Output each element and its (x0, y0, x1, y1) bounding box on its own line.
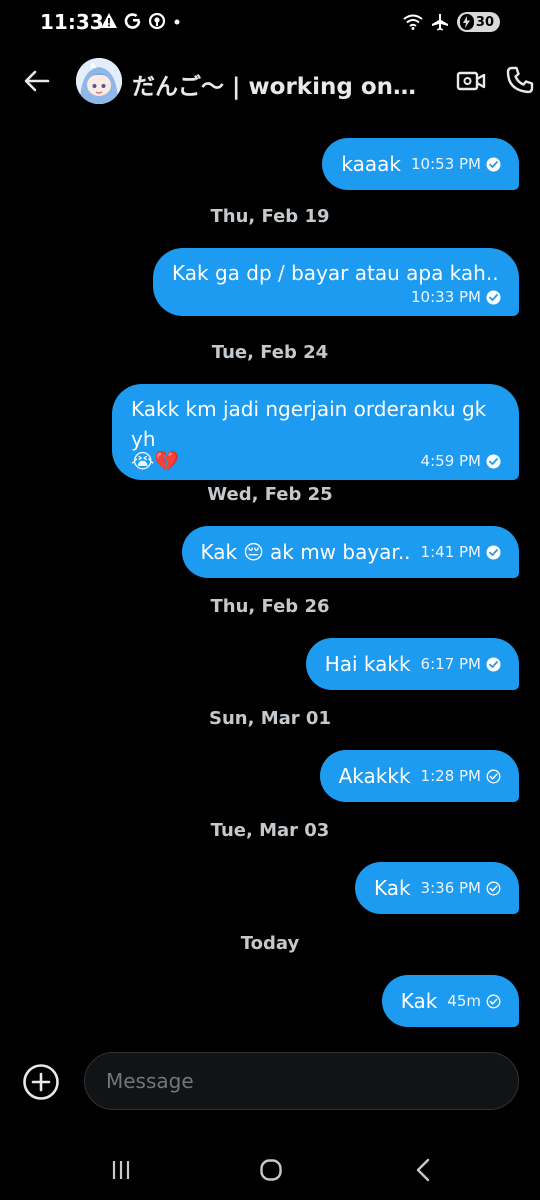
message-text: Kakk km jadi ngerjain orderanku gk yh (131, 397, 487, 451)
chat-title[interactable]: だんご〜 | working on c... (132, 67, 422, 101)
home-button[interactable] (251, 1156, 291, 1184)
battery-icon: 30 (456, 12, 500, 32)
read-receipt-icon (486, 545, 501, 559)
message-emoji: 😔 (243, 540, 264, 564)
message-text: Kak (373, 876, 411, 900)
google-icon (124, 13, 141, 29)
read-receipt-icon (486, 290, 501, 304)
message-text: Kak ga dp / bayar atau apa kah.. (172, 261, 499, 285)
read-receipt-icon (486, 454, 501, 468)
message-bubble[interactable]: kaaak 10:53 PM (322, 138, 519, 190)
status-time: 11:33 (40, 10, 104, 34)
back-icon (416, 1158, 430, 1182)
message-bubble[interactable]: Kakk km jadi ngerjain orderanku gk yh 😭💔… (112, 384, 519, 480)
status-bar: 11:33 30 (0, 0, 540, 48)
home-icon (260, 1159, 282, 1181)
message-text: Akakkk (338, 764, 411, 788)
message-text: Kak (200, 540, 238, 564)
date-separator: Sun, Mar 01 (209, 708, 331, 729)
message-bubble[interactable]: Akakkk 1:28 PM (319, 750, 519, 802)
message-text: ak mw bayar.. (270, 540, 411, 564)
video-call-button[interactable] (456, 66, 486, 96)
video-call-icon (456, 71, 486, 91)
nav-back-button[interactable] (403, 1156, 443, 1184)
add-attachment-button[interactable] (22, 1063, 60, 1101)
message-bubble[interactable]: Kak ga dp / bayar atau apa kah.. 10:33 P… (153, 248, 519, 316)
message-bubble[interactable]: Kak 3:36 PM (354, 862, 519, 914)
sent-receipt-icon (486, 994, 501, 1008)
message-emoji: 😭💔 (131, 449, 180, 473)
airplane-icon (431, 14, 448, 31)
sent-receipt-icon (486, 769, 501, 783)
message-time: 45m (447, 992, 481, 1010)
back-arrow-icon (24, 70, 50, 92)
message-list[interactable]: kaaak 10:53 PM Thu, Feb 19 Kak ga dp / b… (0, 120, 540, 1040)
message-bubble[interactable]: Kak 😔 ak mw bayar.. 1:41 PM (181, 526, 519, 578)
battery-level: 30 (475, 14, 494, 30)
date-separator: Today (240, 933, 300, 954)
avatar[interactable] (76, 58, 122, 104)
phone-icon (506, 66, 534, 94)
message-input[interactable] (85, 1053, 518, 1109)
dot-icon (174, 19, 180, 25)
wifi-icon (403, 14, 423, 30)
recent-apps-button[interactable] (101, 1156, 141, 1184)
date-separator: Tue, Feb 24 (211, 342, 329, 363)
message-time: 10:53 PM (411, 155, 481, 173)
message-time: 1:28 PM (420, 767, 481, 785)
chat-header: だんご〜 | working on c... (0, 52, 540, 112)
sent-receipt-icon (486, 881, 501, 895)
message-text: kaaak (341, 152, 402, 176)
message-composer (0, 1052, 540, 1112)
message-time: 10:33 PM (411, 288, 481, 306)
message-time: 1:41 PM (420, 543, 481, 561)
recent-apps-icon (112, 1161, 130, 1179)
message-bubble[interactable]: Hai kakk 6:17 PM (305, 638, 519, 690)
warning-icon (101, 13, 117, 28)
message-text: Kak (400, 989, 438, 1013)
message-time: 6:17 PM (420, 655, 481, 673)
date-separator: Thu, Feb 26 (210, 596, 330, 617)
message-time: 4:59 PM (420, 452, 481, 470)
message-time: 3:36 PM (420, 879, 481, 897)
date-separator: Tue, Mar 03 (210, 820, 330, 841)
date-separator: Thu, Feb 19 (210, 206, 330, 227)
system-nav-bar (0, 1140, 540, 1200)
add-circle-icon (23, 1064, 59, 1100)
read-receipt-icon (486, 157, 501, 171)
location-icon (148, 12, 166, 30)
message-input-container[interactable] (84, 1052, 519, 1110)
message-text: Hai kakk (324, 652, 411, 676)
date-separator: Wed, Feb 25 (207, 484, 333, 505)
back-button[interactable] (20, 66, 54, 96)
message-bubble[interactable]: Kak 45m (381, 975, 519, 1027)
phone-call-button[interactable] (505, 65, 535, 95)
read-receipt-icon (486, 657, 501, 671)
